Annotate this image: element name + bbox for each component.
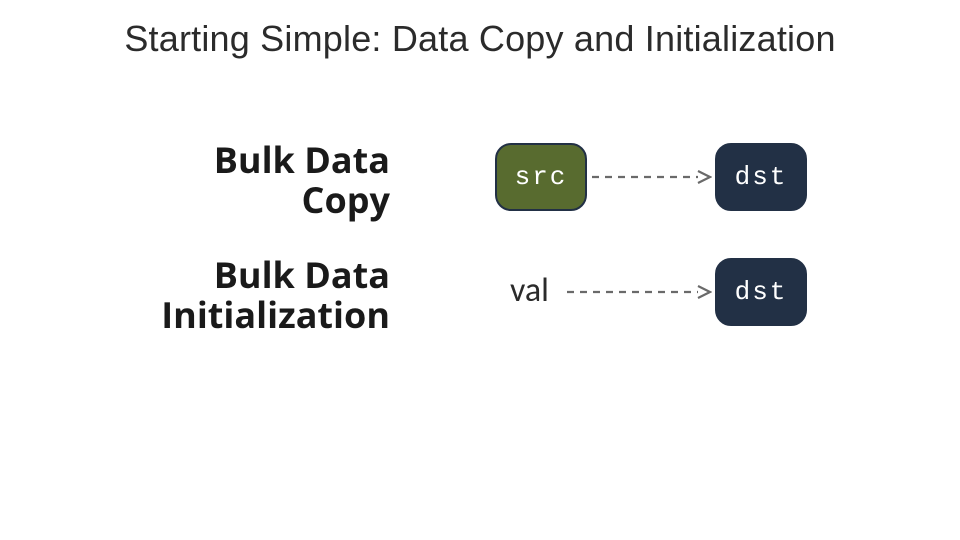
dst-chip: dst (715, 143, 807, 211)
row-label-bulk-init: Bulk DataInitialization (100, 255, 390, 336)
val-text: val (510, 270, 549, 311)
arrow-icon (565, 285, 712, 299)
dst-chip: dst (715, 258, 807, 326)
dst-chip-text: dst (735, 162, 788, 192)
arrow-icon (590, 170, 712, 184)
slide-title: Starting Simple: Data Copy and Initializ… (0, 18, 960, 60)
row-label-bulk-copy: Bulk DataCopy (140, 140, 390, 221)
slide: Starting Simple: Data Copy and Initializ… (0, 0, 960, 540)
row-label-text: Bulk DataCopy (214, 135, 390, 224)
row-label-text: Bulk DataInitialization (161, 250, 390, 339)
src-chip-text: src (515, 162, 568, 192)
src-chip: src (495, 143, 587, 211)
dst-chip-text: dst (735, 277, 788, 307)
